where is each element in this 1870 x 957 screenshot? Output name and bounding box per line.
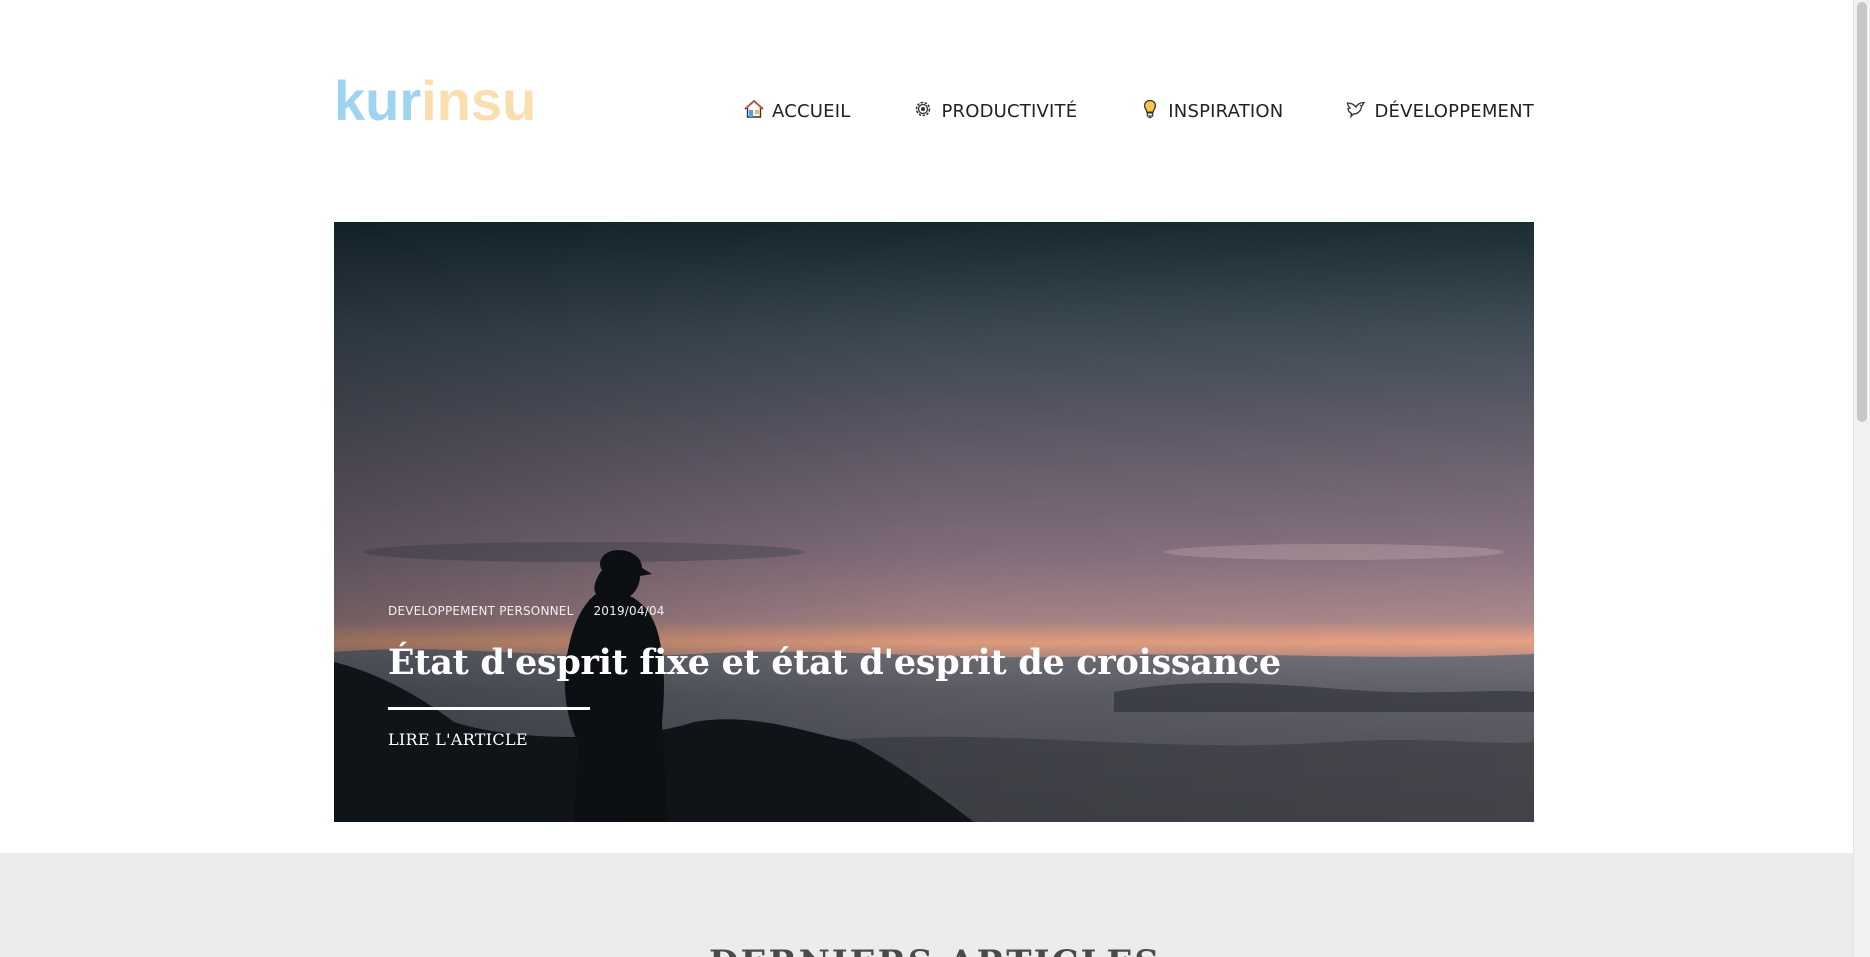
page: kurinsu ACCUEIL PRODUCTIVITÉ INSPIRATION…: [0, 0, 1870, 957]
nav-item-productivite[interactable]: PRODUCTIVITÉ: [912, 98, 1077, 125]
logo-part-1: kur: [334, 69, 422, 132]
gear-icon: [912, 98, 934, 125]
site-header: kurinsu ACCUEIL PRODUCTIVITÉ INSPIRATION…: [334, 0, 1534, 222]
hero-divider: [388, 707, 590, 710]
scrollbar-thumb[interactable]: [1857, 2, 1867, 422]
nav-item-label: ACCUEIL: [772, 101, 851, 122]
nav-item-inspiration[interactable]: INSPIRATION: [1139, 98, 1283, 125]
site-logo[interactable]: kurinsu: [334, 70, 536, 132]
dove-icon: [1345, 98, 1367, 125]
logo-part-2: insu: [421, 69, 537, 132]
hero-date: 2019/04/04: [593, 604, 665, 618]
nav-item-label: PRODUCTIVITÉ: [941, 101, 1078, 122]
latest-articles-title: DERNIERS ARTICLES: [0, 943, 1870, 957]
read-article-link[interactable]: LIRE L'ARTICLE: [388, 730, 528, 749]
nav-item-developpement[interactable]: DÉVELOPPEMENT: [1345, 98, 1534, 125]
house-icon: [743, 98, 765, 125]
main-nav: ACCUEIL PRODUCTIVITÉ INSPIRATION DÉVELOP…: [743, 98, 1534, 125]
latest-articles-section: DERNIERS ARTICLES: [0, 853, 1853, 957]
hero-meta: DEVELOPPEMENT PERSONNEL 2019/04/04: [388, 604, 665, 618]
hero-category-link[interactable]: DEVELOPPEMENT PERSONNEL: [388, 604, 573, 618]
hero-title[interactable]: État d'esprit fixe et état d'esprit de c…: [388, 642, 1281, 683]
lightbulb-icon: [1139, 98, 1161, 125]
hero-featured-article[interactable]: DEVELOPPEMENT PERSONNEL 2019/04/04 État …: [334, 222, 1534, 822]
nav-item-label: DÉVELOPPEMENT: [1374, 101, 1534, 122]
nav-item-accueil[interactable]: ACCUEIL: [743, 98, 850, 125]
nav-item-label: INSPIRATION: [1168, 101, 1284, 122]
page-scrollbar[interactable]: [1853, 0, 1870, 957]
